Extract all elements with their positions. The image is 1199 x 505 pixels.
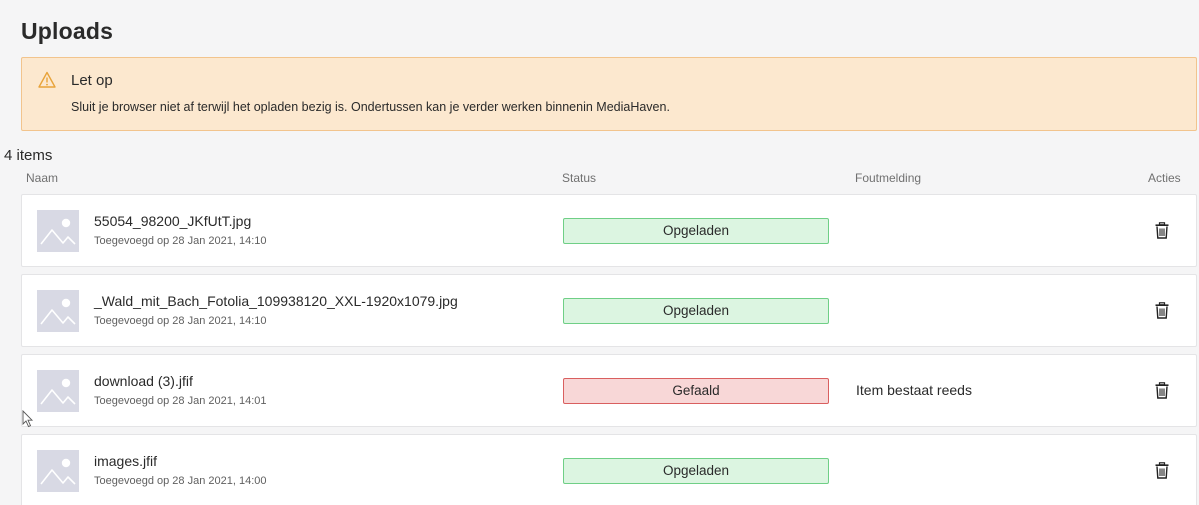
file-date: Toegevoegd op 28 Jan 2021, 14:00 [94, 475, 267, 487]
upload-row[interactable]: _Wald_mit_Bach_Fotolia_109938120_XXL-192… [21, 274, 1197, 347]
trash-icon[interactable] [1155, 302, 1169, 319]
file-date: Toegevoegd op 28 Jan 2021, 14:01 [94, 395, 267, 407]
trash-icon[interactable] [1155, 382, 1169, 399]
upload-row[interactable]: 55054_98200_JKfUtT.jpg Toegevoegd op 28 … [21, 194, 1197, 267]
file-date: Toegevoegd op 28 Jan 2021, 14:10 [94, 235, 267, 247]
file-name[interactable]: images.jfif [94, 453, 157, 469]
image-placeholder-icon [37, 370, 79, 412]
status-badge: Opgeladen [563, 218, 829, 244]
file-name[interactable]: download (3).jfif [94, 373, 193, 389]
status-badge: Opgeladen [563, 458, 829, 484]
image-placeholder-icon [37, 210, 79, 252]
file-name[interactable]: 55054_98200_JKfUtT.jpg [94, 213, 251, 229]
column-header-actions: Acties [1148, 171, 1181, 185]
warning-icon [38, 71, 56, 88]
status-badge: Opgeladen [563, 298, 829, 324]
file-name[interactable]: _Wald_mit_Bach_Fotolia_109938120_XXL-192… [94, 293, 458, 309]
page-title: Uploads [21, 18, 114, 44]
trash-icon[interactable] [1155, 222, 1169, 239]
mouse-cursor-icon [22, 410, 34, 428]
warning-alert: Let op Sluit je browser niet af terwijl … [21, 57, 1197, 131]
alert-text: Sluit je browser niet af terwijl het opl… [71, 100, 670, 114]
item-count: 4 items [4, 147, 53, 164]
image-placeholder-icon [37, 290, 79, 332]
upload-row[interactable]: download (3).jfif Toegevoegd op 28 Jan 2… [21, 354, 1197, 427]
column-header-error[interactable]: Foutmelding [855, 171, 921, 185]
upload-row[interactable]: images.jfif Toegevoegd op 28 Jan 2021, 1… [21, 434, 1197, 505]
column-header-status[interactable]: Status [562, 171, 596, 185]
file-date: Toegevoegd op 28 Jan 2021, 14:10 [94, 315, 267, 327]
error-message: Item bestaat reeds [856, 382, 972, 398]
trash-icon[interactable] [1155, 462, 1169, 479]
status-badge: Gefaald [563, 378, 829, 404]
image-placeholder-icon [37, 450, 79, 492]
alert-title: Let op [71, 72, 113, 89]
column-header-name[interactable]: Naam [26, 171, 58, 185]
